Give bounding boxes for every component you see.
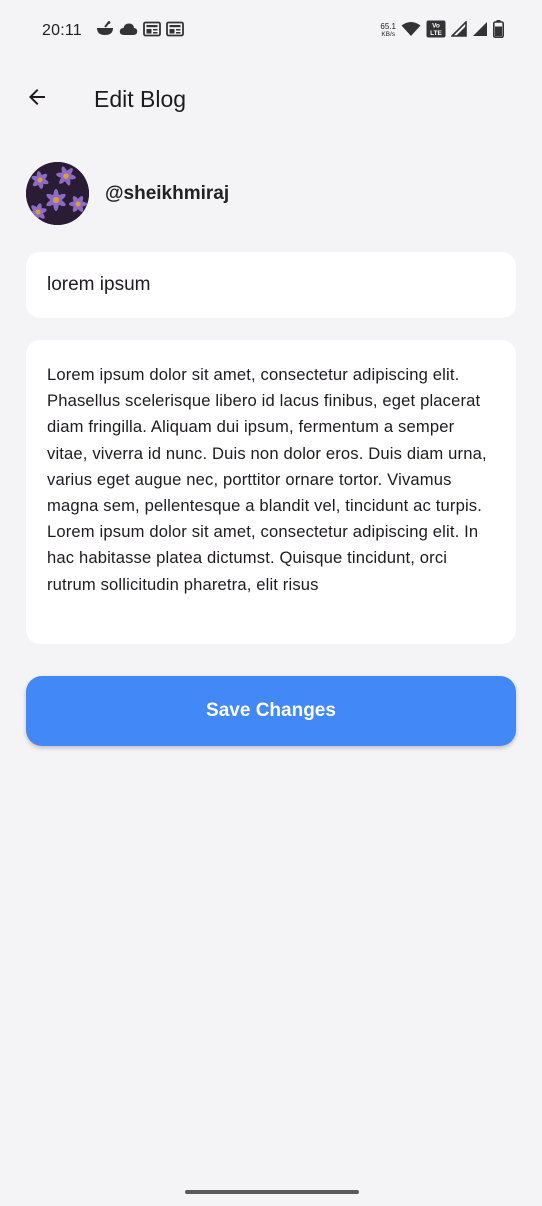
edit-blog-content: @sheikhmiraj lorem ipsum Lorem ipsum dol… (0, 136, 542, 1206)
battery-icon (493, 19, 504, 43)
network-speed-unit: KB/s (381, 31, 396, 38)
volte-icon: Vo LTE (426, 20, 446, 43)
news-icon (142, 21, 161, 42)
status-time: 20:11 (42, 22, 82, 39)
author-row: @sheikhmiraj (26, 162, 229, 225)
home-indicator[interactable] (185, 1190, 359, 1194)
page-title: Edit Blog (94, 85, 187, 112)
back-button[interactable] (13, 75, 61, 123)
notification-icons (96, 20, 184, 42)
network-speed: 65.1 KB/s (380, 23, 396, 39)
save-changes-button[interactable]: Save Changes (26, 676, 516, 746)
status-bar: 20:11 65.1 KB/s Vo LTE (0, 0, 542, 62)
svg-text:Vo: Vo (432, 22, 440, 29)
wifi-icon (401, 21, 421, 42)
blog-content-field[interactable]: Lorem ipsum dolor sit amet, consectetur … (26, 340, 516, 644)
author-username: @sheikhmiraj (105, 182, 230, 204)
news-icon (165, 21, 184, 42)
avatar (26, 162, 89, 225)
cell-signal-icon (450, 19, 467, 42)
status-right: 65.1 KB/s Vo LTE (380, 19, 504, 43)
cooking-pot-icon (96, 20, 114, 42)
network-speed-value: 65.1 (380, 22, 396, 31)
status-left: 20:11 (42, 20, 184, 42)
cell-signal-icon (472, 21, 488, 42)
cloud-icon (119, 22, 138, 41)
svg-text:LTE: LTE (430, 30, 442, 37)
blog-title-field[interactable]: lorem ipsum (26, 252, 516, 318)
app-bar: Edit Blog (0, 62, 542, 136)
arrow-left-icon (25, 85, 49, 114)
